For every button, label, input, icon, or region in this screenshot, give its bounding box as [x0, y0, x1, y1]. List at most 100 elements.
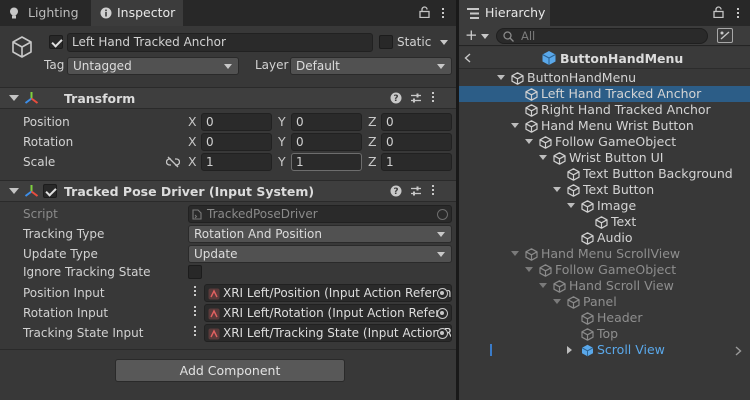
gameobject-cube-icon	[567, 184, 580, 197]
scale-z-field[interactable]: 1	[381, 153, 452, 171]
scale-y-field[interactable]: 1	[291, 153, 362, 171]
help-icon[interactable]: ?	[390, 185, 402, 197]
hierarchy-item[interactable]: Text	[459, 214, 750, 230]
static-label: Static	[397, 35, 432, 49]
hierarchy-item[interactable]: Text Button Background	[459, 166, 750, 182]
collapse-arrow-icon[interactable]	[511, 123, 519, 128]
position-input-field[interactable]: XRI Left/Position (Input Action Referen	[204, 284, 452, 302]
hierarchy-item[interactable]: Hand Menu ScrollView	[459, 246, 750, 262]
constrain-proportions-icon[interactable]	[166, 156, 180, 168]
inspector-tabbar: Lighting Inspector	[0, 0, 456, 26]
hierarchy-item[interactable]: Panel	[459, 294, 750, 310]
scene-visibility-icon[interactable]	[717, 28, 733, 43]
hierarchy-item-label: Hand Menu ScrollView	[541, 246, 681, 261]
collapse-arrow-icon[interactable]	[525, 267, 533, 272]
hierarchy-item-label: Follow GameObject	[555, 134, 677, 149]
pose-driver-title: Tracked Pose Driver (Input System)	[64, 184, 315, 199]
update-type-dropdown[interactable]: Update	[188, 245, 452, 263]
lock-icon[interactable]	[419, 6, 430, 18]
add-component-button[interactable]: Add Component	[115, 359, 345, 382]
hierarchy-item[interactable]: Hand Scroll View	[459, 278, 750, 294]
hierarchy-item-label: Audio	[597, 230, 633, 245]
open-prefab-chevron-icon[interactable]	[735, 346, 742, 356]
collapse-arrow-icon[interactable]	[567, 203, 575, 208]
hierarchy-item[interactable]: Follow GameObject	[459, 262, 750, 278]
position-x-axis-label: X	[188, 114, 197, 129]
hierarchy-item[interactable]: Follow GameObject	[459, 134, 750, 150]
scale-x-field[interactable]: 1	[201, 153, 272, 171]
hierarchy-item[interactable]: Image	[459, 198, 750, 214]
ignore-tracking-state-checkbox[interactable]	[188, 265, 202, 279]
position-input-options-icon[interactable]	[194, 284, 197, 298]
static-checkbox[interactable]	[379, 35, 393, 49]
gameobject-cube-icon	[553, 152, 566, 165]
inspector-menu-icon[interactable]	[442, 6, 445, 20]
help-icon[interactable]: ?	[390, 92, 402, 104]
hierarchy-item[interactable]: Header	[459, 310, 750, 326]
collapse-arrow-icon[interactable]	[511, 251, 519, 256]
hierarchy-item[interactable]: Hand Menu Wrist Button	[459, 118, 750, 134]
hierarchy-item[interactable]: ButtonHandMenu	[459, 70, 750, 86]
rotation-input-target-icon[interactable]	[437, 308, 448, 319]
position-y-field[interactable]: 0	[291, 113, 362, 131]
gameobject-cube-icon	[539, 264, 552, 277]
gameobject-cube-icon	[581, 200, 594, 213]
hierarchy-menu-icon[interactable]	[737, 6, 740, 20]
layer-dropdown[interactable]: Default	[290, 57, 452, 75]
gameobject-cube-icon	[539, 136, 552, 149]
tag-dropdown[interactable]: Untagged	[67, 57, 239, 75]
hierarchy-item[interactable]: Wrist Button UI	[459, 150, 750, 166]
back-chevron-icon[interactable]	[464, 53, 471, 63]
position-input-target-icon[interactable]	[437, 288, 448, 299]
expand-arrow-icon[interactable]	[567, 346, 572, 354]
tracking-state-input-field[interactable]: XRI Left/Tracking State (Input Action R	[204, 324, 452, 342]
rotation-input-field[interactable]: XRI Left/Rotation (Input Action Refere	[204, 304, 452, 322]
presets-icon[interactable]	[410, 92, 422, 104]
hierarchy-item[interactable]: Left Hand Tracked Anchor	[459, 86, 750, 102]
transform-header[interactable]: Transform ?	[0, 87, 456, 109]
presets-icon[interactable]	[410, 185, 422, 197]
add-object-dropdown-icon[interactable]	[481, 34, 489, 39]
hierarchy-item-label: Text Button	[583, 182, 655, 197]
rotation-z-field[interactable]: 0	[381, 133, 452, 151]
collapse-arrow-icon[interactable]	[553, 299, 561, 304]
tab-lighting[interactable]: Lighting	[0, 0, 90, 26]
pose-driver-header[interactable]: Tracked Pose Driver (Input System) ?	[0, 180, 456, 202]
collapse-arrow-icon[interactable]	[539, 155, 547, 160]
rotation-input-options-icon[interactable]	[194, 304, 197, 318]
collapse-arrow-icon[interactable]	[539, 283, 547, 288]
hierarchy-item-label: Left Hand Tracked Anchor	[541, 86, 702, 101]
add-object-plus-icon[interactable]: +	[465, 28, 478, 43]
rotation-x-field[interactable]: 0	[201, 133, 272, 151]
lightbulb-icon	[9, 7, 19, 20]
layer-label: Layer	[255, 58, 289, 72]
pose-driver-enabled-checkbox[interactable]	[43, 184, 57, 198]
gameobject-cube-icon	[525, 104, 538, 117]
hierarchy-search-input[interactable]: All	[496, 28, 708, 44]
transform-foldout-icon[interactable]	[9, 95, 19, 101]
tracking-state-input-options-icon[interactable]	[194, 324, 197, 338]
rotation-y-field[interactable]: 0	[291, 133, 362, 151]
tracking-state-input-target-icon[interactable]	[437, 328, 448, 339]
pose-driver-foldout-icon[interactable]	[9, 188, 19, 194]
tab-hierarchy[interactable]: Hierarchy	[459, 0, 550, 26]
collapse-arrow-icon[interactable]	[497, 75, 505, 80]
hierarchy-item[interactable]: Right Hand Tracked Anchor	[459, 102, 750, 118]
transform-menu-icon[interactable]	[432, 90, 435, 104]
collapse-arrow-icon[interactable]	[553, 187, 561, 192]
active-checkbox[interactable]	[49, 35, 63, 49]
position-x-field[interactable]: 0	[201, 113, 272, 131]
collapse-arrow-icon[interactable]	[525, 139, 533, 144]
tab-inspector[interactable]: Inspector	[91, 0, 183, 26]
hierarchy-item[interactable]: Audio	[459, 230, 750, 246]
hierarchy-item[interactable]: Scroll View	[459, 342, 750, 358]
lock-icon[interactable]	[713, 6, 724, 18]
static-dropdown-arrow-icon[interactable]	[440, 40, 448, 45]
tracking-type-dropdown[interactable]: Rotation And Position	[188, 225, 452, 243]
position-z-field[interactable]: 0	[381, 113, 452, 131]
pose-driver-menu-icon[interactable]	[432, 183, 435, 197]
hierarchy-item[interactable]: Top	[459, 326, 750, 342]
object-name-field[interactable]: Left Hand Tracked Anchor	[67, 33, 373, 52]
hierarchy-item[interactable]: Text Button	[459, 182, 750, 198]
inspector-panel: Lighting Inspector Left Hand Tracked Anc…	[0, 0, 456, 400]
